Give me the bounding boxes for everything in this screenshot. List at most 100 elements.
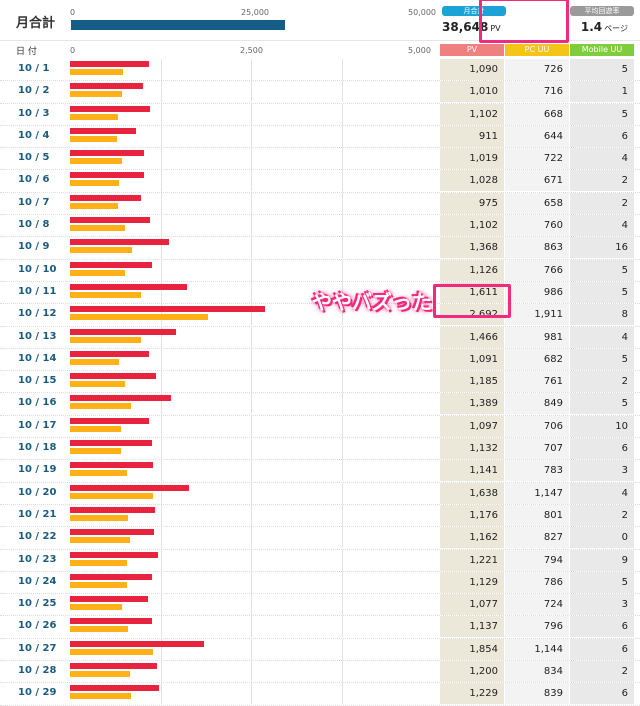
table-row: 10 / 16 1,389 849 5 <box>0 393 640 416</box>
grid-line <box>160 192 162 214</box>
row-bars <box>70 59 432 80</box>
grid-line <box>341 638 343 660</box>
pv-bar <box>70 373 156 380</box>
pc-uu-cell: 801 <box>505 504 569 526</box>
mobile-uu-cell: 6 <box>570 638 634 660</box>
pc-uu-bar <box>70 358 120 365</box>
grid-line <box>341 170 343 192</box>
grid-line <box>160 504 162 526</box>
grid-line <box>160 549 162 571</box>
pv-bar <box>70 685 159 692</box>
pv-bar <box>70 127 136 134</box>
mobile-uu-cell: 5 <box>570 281 634 303</box>
pc-uu-cell: 722 <box>505 148 569 170</box>
grid-line <box>160 683 162 705</box>
grid-line <box>251 571 252 593</box>
grid-line <box>251 683 252 705</box>
row-date: 10 / 9 <box>18 241 50 253</box>
pv-cell: 1,368 <box>440 237 504 259</box>
grid-line <box>341 103 343 125</box>
grid-line <box>160 616 162 638</box>
mobile-uu-cell: 3 <box>570 460 634 482</box>
mobile-uu-cell: 4 <box>570 326 634 348</box>
mobile-uu-cell: 6 <box>570 683 634 705</box>
scale-tick-25000: 25,000 <box>241 8 269 17</box>
pv-bar <box>70 640 205 647</box>
avg-unit: ページ <box>604 24 628 33</box>
table-row: 10 / 19 1,141 783 3 <box>0 460 640 483</box>
row-date: 10 / 18 <box>18 442 57 454</box>
row-bars <box>70 616 432 638</box>
grid-line <box>341 683 343 705</box>
pc-uu-bar <box>70 180 119 187</box>
row-date: 10 / 24 <box>18 575 57 587</box>
pv-bar <box>70 105 150 112</box>
pc-uu-bar <box>70 492 154 499</box>
pv-cell: 1,126 <box>440 259 504 281</box>
pc-uu-bar <box>70 135 117 142</box>
grid-line <box>341 571 343 593</box>
table-row: 10 / 25 1,077 724 3 <box>0 594 640 617</box>
grid-line <box>341 326 343 348</box>
pv-bar <box>70 551 159 558</box>
grid-line <box>251 170 252 192</box>
table-row: 10 / 20 1,638 1,147 4 <box>0 482 640 505</box>
table-row: 10 / 22 1,162 827 0 <box>0 527 640 550</box>
mobile-uu-cell: 4 <box>570 148 634 170</box>
row-bars <box>70 571 432 593</box>
pv-bar <box>70 283 187 290</box>
grid-line <box>341 371 343 393</box>
mobile-uu-cell: 2 <box>570 371 634 393</box>
table-header: 日 付 0 2,500 5,000 PV PC UU Mobile UU <box>0 44 640 58</box>
row-bars <box>70 393 432 415</box>
pv-bar <box>70 596 148 603</box>
mobile-uu-cell: 4 <box>570 482 634 504</box>
table-row: 10 / 6 1,028 671 2 <box>0 170 640 193</box>
row-bars <box>70 192 432 214</box>
pc-uu-cell: 794 <box>505 549 569 571</box>
pv-cell: 1,091 <box>440 348 504 370</box>
grid-line <box>341 237 343 259</box>
pv-bar <box>70 150 144 157</box>
mobile-uu-cell: 6 <box>570 125 634 147</box>
pv-cell: 1,638 <box>440 482 504 504</box>
pc-uu-bar <box>70 91 122 98</box>
pc-uu-cell: 671 <box>505 170 569 192</box>
avg-value: 1.4 <box>580 20 603 34</box>
mobile-uu-cell: 16 <box>570 237 634 259</box>
row-date: 10 / 19 <box>18 464 57 476</box>
grid-line <box>160 81 162 103</box>
pv-cell: 1,028 <box>440 170 504 192</box>
table-row: 10 / 24 1,129 786 5 <box>0 571 640 595</box>
pc-uu-cell: 783 <box>505 460 569 482</box>
grid-line <box>251 527 252 549</box>
pv-cell: 975 <box>440 192 504 214</box>
row-bars <box>70 259 432 281</box>
grid-line <box>341 549 343 571</box>
pv-bar <box>70 462 153 469</box>
pv-cell: 1,389 <box>440 393 504 415</box>
pc-uu-bar <box>70 425 122 432</box>
table-row: 10 / 18 1,132 707 6 <box>0 438 640 461</box>
pc-uu-bar <box>70 225 126 232</box>
row-bars <box>70 504 432 526</box>
grid-line <box>251 438 252 460</box>
pv-bar <box>70 261 152 268</box>
row-date: 10 / 2 <box>18 85 50 97</box>
pv-cell: 1,090 <box>440 59 504 80</box>
grid-line <box>160 348 162 370</box>
row-date: 10 / 14 <box>18 352 57 364</box>
pv-cell: 1,097 <box>440 415 504 437</box>
grid-line <box>160 460 162 482</box>
avg-label: 平均回遊率 <box>570 6 634 16</box>
grid-line <box>251 415 252 437</box>
table-tick-0: 0 <box>70 46 76 55</box>
grid-line <box>341 125 343 147</box>
row-bars <box>70 125 432 147</box>
mobile-uu-cell: 5 <box>570 103 634 125</box>
mobile-uu-cell: 5 <box>570 393 634 415</box>
table-row: 10 / 9 1,368 863 16 <box>0 237 640 260</box>
pv-bar <box>70 484 189 491</box>
grid-line <box>251 125 252 147</box>
pv-cell: 1,141 <box>440 460 504 482</box>
